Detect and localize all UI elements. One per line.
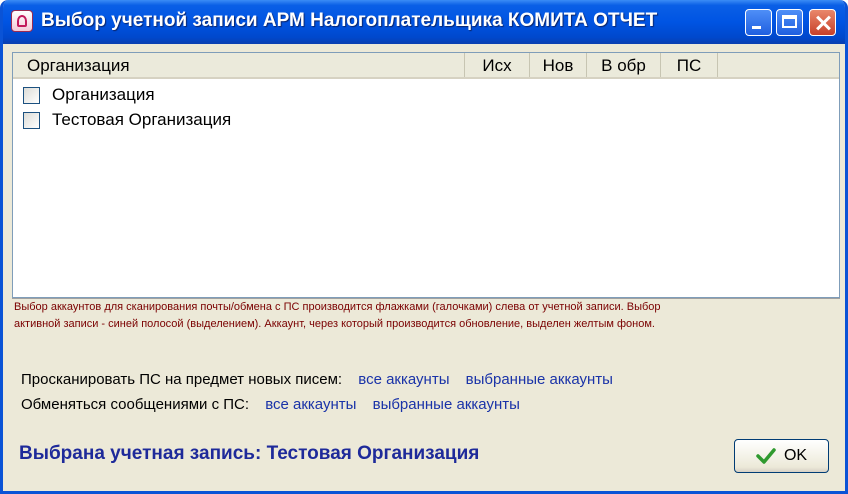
column-header-in-processing[interactable]: В обр	[587, 53, 661, 77]
minimize-button[interactable]	[745, 9, 772, 36]
ok-button[interactable]: OK	[734, 439, 829, 473]
title-bar[interactable]: Выбор учетной записи АРМ Налогоплательщи…	[3, 0, 845, 44]
column-header-ps[interactable]: ПС	[661, 53, 718, 77]
list-header: Организация Исх Нов В обр ПС	[13, 53, 839, 79]
account-name: Тестовая Организация	[52, 110, 232, 129]
scan-all-accounts-link[interactable]: все аккаунты	[358, 371, 449, 388]
account-selection-window: Выбор учетной записи АРМ Налогоплательщи…	[0, 0, 848, 494]
list-item[interactable]: Организация	[23, 83, 155, 107]
window-title: Выбор учетной записи АРМ Налогоплательщи…	[41, 10, 658, 31]
ok-button-label: OK	[783, 447, 808, 464]
hint-text: Выбор аккаунтов для сканирования почты/о…	[12, 298, 840, 336]
scan-selected-accounts-link[interactable]: выбранные аккаунты	[466, 371, 613, 388]
exchange-label: Обменяться сообщениями с ПС:	[21, 396, 250, 413]
column-header-outgoing[interactable]: Исх	[465, 53, 530, 77]
scan-label: Просканировать ПС на предмет новых писем…	[21, 371, 343, 388]
scan-row: Просканировать ПС на предмет новых писем…	[21, 371, 613, 388]
hint-line-2: активной записи - синей полосой (выделен…	[14, 318, 655, 330]
column-header-new[interactable]: Нов	[530, 53, 587, 77]
exchange-all-accounts-link[interactable]: все аккаунты	[265, 396, 356, 413]
close-button[interactable]	[809, 9, 836, 36]
hint-line-1: Выбор аккаунтов для сканирования почты/о…	[14, 301, 661, 313]
account-name: Организация	[52, 85, 155, 104]
exchange-row: Обменяться сообщениями с ПС: все аккаунт…	[21, 396, 520, 413]
checkmark-icon	[756, 448, 776, 464]
selected-account-status: Выбрана учетная запись: Тестовая Организ…	[19, 443, 480, 464]
list-item[interactable]: Тестовая Организация	[23, 108, 231, 132]
exchange-selected-accounts-link[interactable]: выбранные аккаунты	[373, 396, 520, 413]
account-list[interactable]: Организация Исх Нов В обр ПС Организация…	[12, 52, 840, 298]
account-checkbox[interactable]	[23, 86, 40, 104]
column-header-organization[interactable]: Организация	[13, 53, 465, 77]
maximize-button[interactable]	[776, 9, 803, 36]
account-checkbox[interactable]	[23, 111, 40, 129]
app-icon[interactable]	[11, 10, 33, 32]
